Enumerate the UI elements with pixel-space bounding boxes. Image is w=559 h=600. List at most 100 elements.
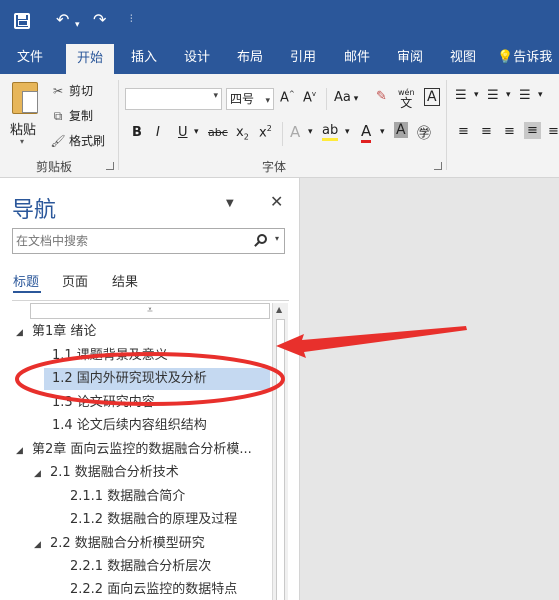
font-name-select[interactable]: ▾ bbox=[125, 88, 222, 110]
heading-item[interactable]: 1.4 论文后续内容组织结构 bbox=[52, 415, 270, 437]
heading-item[interactable]: ◢ 第2章 面向云监控的数据融合分析模... bbox=[16, 439, 270, 461]
chevron-down-icon: ▾ bbox=[213, 91, 218, 101]
group-divider bbox=[446, 80, 447, 170]
justify-icon[interactable]: ≡ bbox=[524, 122, 541, 139]
highlight-icon[interactable]: ab bbox=[322, 123, 339, 141]
search-icon[interactable] bbox=[257, 234, 267, 244]
cut-label: 剪切 bbox=[69, 84, 94, 98]
heading-text: 2.2.1 数据融合分析层次 bbox=[70, 559, 212, 574]
heading-item[interactable]: ◢ 2.1 数据融合分析技术 bbox=[34, 462, 270, 484]
chevron-down-icon[interactable]: ▾ bbox=[275, 234, 279, 243]
tab-insert[interactable]: 插入 bbox=[121, 42, 167, 74]
tab-references[interactable]: 引用 bbox=[280, 42, 326, 74]
heading-item[interactable]: 2.2.2 面向云监控的数据特点 bbox=[70, 579, 270, 600]
save-icon[interactable] bbox=[14, 13, 30, 29]
character-shading-icon[interactable]: A bbox=[394, 122, 408, 138]
heading-item[interactable]: 1.1 课题背景及意义 bbox=[52, 345, 270, 367]
enclose-characters-icon[interactable]: ㊫ bbox=[417, 123, 431, 143]
heading-item[interactable]: 2.1.1 数据融合简介 bbox=[70, 486, 270, 508]
underline-icon[interactable]: U bbox=[178, 125, 188, 140]
tell-me-label: 告诉我 bbox=[513, 50, 553, 65]
tab-design[interactable]: 设计 bbox=[174, 42, 220, 74]
heading-item[interactable]: ◢ 2.2 数据融合分析模型研究 bbox=[34, 533, 270, 555]
paste-button-label[interactable]: 粘贴 bbox=[10, 119, 36, 138]
undo-icon[interactable]: ↶ bbox=[56, 10, 69, 30]
lightbulb-icon: 💡 bbox=[497, 50, 514, 65]
bold-icon[interactable]: B bbox=[132, 125, 142, 140]
close-icon[interactable]: ✕ bbox=[270, 192, 283, 211]
scroll-up-icon[interactable]: ▲ bbox=[276, 305, 282, 314]
tab-layout[interactable]: 布局 bbox=[227, 42, 273, 74]
chevron-down-icon[interactable]: ▾ bbox=[308, 127, 313, 137]
bullets-icon[interactable]: ☰ bbox=[455, 88, 467, 103]
character-border-icon[interactable]: A bbox=[424, 88, 440, 106]
group-divider bbox=[282, 122, 283, 146]
tab-view[interactable]: 视图 bbox=[440, 42, 486, 74]
align-left-icon[interactable]: ≡ bbox=[458, 124, 469, 139]
heading-item[interactable]: 1.3 论文研究内容 bbox=[52, 392, 270, 414]
document-area[interactable] bbox=[301, 178, 559, 600]
cut-button[interactable]: ✂ 剪切 bbox=[50, 82, 93, 99]
heading-item[interactable]: 2.1.2 数据融合的原理及过程 bbox=[70, 509, 270, 531]
navigation-title: 导航 bbox=[12, 198, 57, 223]
collapse-all-button[interactable]: ⩡ bbox=[30, 303, 270, 319]
heading-item-selected[interactable]: 1.2 国内外研究现状及分析 bbox=[44, 368, 270, 390]
expand-toggle-icon[interactable]: ◢ bbox=[16, 322, 32, 344]
chevron-down-icon[interactable]: ▾ bbox=[380, 127, 385, 137]
clear-formatting-icon[interactable]: ✎ bbox=[376, 89, 387, 104]
expand-toggle-icon[interactable]: ◢ bbox=[34, 463, 50, 485]
search-input[interactable] bbox=[13, 229, 243, 253]
chevron-down-icon[interactable]: ▾ bbox=[474, 90, 479, 100]
tell-me-box[interactable]: 💡告诉我 bbox=[497, 42, 559, 74]
expand-toggle-icon[interactable]: ◢ bbox=[16, 440, 32, 462]
italic-icon[interactable]: I bbox=[156, 125, 160, 140]
numbering-icon[interactable]: ☰ bbox=[487, 88, 499, 103]
scrollbar[interactable]: ▲ bbox=[272, 303, 288, 600]
tab-results[interactable]: 结果 bbox=[112, 271, 138, 290]
font-launcher-icon[interactable] bbox=[434, 162, 442, 170]
format-painter-button[interactable]: 🖌 格式刷 bbox=[50, 132, 105, 149]
tab-home[interactable]: 开始 bbox=[66, 44, 114, 74]
heading-item[interactable]: ◢ 第1章 绪论 bbox=[16, 321, 270, 343]
font-color-icon[interactable]: A bbox=[361, 122, 372, 143]
tab-pages[interactable]: 页面 bbox=[62, 271, 88, 290]
align-right-icon[interactable]: ≡ bbox=[504, 124, 515, 139]
undo-dropdown-icon[interactable]: ▾ bbox=[75, 15, 80, 35]
superscript-icon[interactable]: x2 bbox=[259, 124, 272, 140]
pane-options-icon[interactable]: ▼ bbox=[226, 198, 234, 209]
subscript-icon[interactable]: x2 bbox=[236, 125, 249, 142]
tab-headings[interactable]: 标题 bbox=[13, 271, 39, 290]
distributed-icon[interactable]: ≡ bbox=[548, 124, 559, 139]
chevron-down-icon[interactable]: ▾ bbox=[345, 127, 350, 137]
font-size-select[interactable]: 四号 ▾ bbox=[226, 88, 274, 110]
clipboard-launcher-icon[interactable] bbox=[106, 162, 114, 170]
change-case-label: Aa bbox=[334, 90, 351, 105]
tab-mailings[interactable]: 邮件 bbox=[334, 42, 380, 74]
chevron-down-icon[interactable]: ▾ bbox=[506, 90, 511, 100]
copy-button[interactable]: ⧉ 复制 bbox=[50, 107, 93, 124]
tab-review[interactable]: 审阅 bbox=[387, 42, 433, 74]
tab-file[interactable]: 文件 bbox=[6, 42, 54, 74]
heading-text: 2.1.2 数据融合的原理及过程 bbox=[70, 512, 238, 527]
change-case-button[interactable]: Aa ▾ bbox=[334, 90, 358, 105]
phonetic-guide-button[interactable]: wén 文 bbox=[398, 87, 415, 109]
grow-font-icon[interactable]: A^ bbox=[280, 90, 295, 105]
align-center-icon[interactable]: ≡ bbox=[481, 124, 492, 139]
heading-item[interactable]: 2.2.1 数据融合分析层次 bbox=[70, 556, 270, 578]
paste-dropdown-icon[interactable]: ▾ bbox=[20, 137, 24, 146]
paste-icon[interactable] bbox=[12, 82, 38, 114]
strikethrough-icon[interactable]: abc bbox=[208, 126, 228, 139]
text-effects-icon[interactable]: A bbox=[290, 123, 300, 141]
shrink-font-icon[interactable]: Av bbox=[303, 90, 316, 105]
ribbon-tab-bar: 文件 开始 插入 设计 布局 引用 邮件 审阅 视图 💡告诉我 bbox=[0, 42, 559, 74]
chevron-down-icon[interactable]: ▾ bbox=[538, 90, 543, 100]
title-bar: ↶ ▾ ↷ ⫶ bbox=[0, 0, 559, 42]
customize-toolbar-icon[interactable]: ⫶ bbox=[130, 10, 133, 30]
expand-toggle-icon[interactable]: ◢ bbox=[34, 534, 50, 556]
heading-text: 2.2.2 面向云监控的数据特点 bbox=[70, 582, 238, 597]
redo-icon[interactable]: ↷ bbox=[93, 10, 106, 30]
chevron-down-icon[interactable]: ▾ bbox=[194, 127, 199, 137]
heading-text: 2.1 数据融合分析技术 bbox=[50, 465, 179, 480]
multilevel-list-icon[interactable]: ☰ bbox=[519, 88, 531, 103]
scrollbar-thumb[interactable] bbox=[276, 319, 285, 600]
